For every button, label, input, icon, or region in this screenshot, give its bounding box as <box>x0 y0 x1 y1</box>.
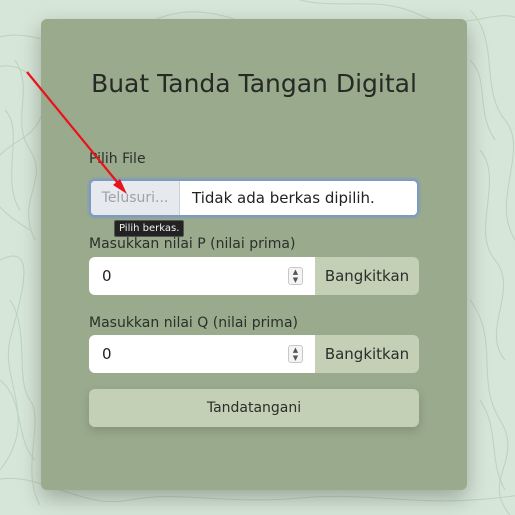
p-input-group: 0 ▲ ▼ Bangkitkan <box>89 257 419 295</box>
file-status-text: Tidak ada berkas dipilih. <box>192 189 375 207</box>
file-input[interactable]: Telusuri... Tidak ada berkas dipilih. <box>89 179 419 217</box>
browse-button[interactable]: Telusuri... <box>91 181 180 215</box>
signature-card: Buat Tanda Tangan Digital Pilih File Tel… <box>41 19 467 490</box>
page-title: Buat Tanda Tangan Digital <box>91 69 417 98</box>
q-value: 0 <box>102 345 112 363</box>
browse-tooltip: Pilih berkas. <box>114 220 185 237</box>
p-label: Masukkan nilai P (nilai prima) <box>89 236 296 252</box>
p-input[interactable]: 0 ▲ ▼ <box>89 257 315 295</box>
number-spinner-icon[interactable]: ▲ ▼ <box>288 345 303 363</box>
q-input[interactable]: 0 ▲ ▼ <box>89 335 315 373</box>
number-spinner-icon[interactable]: ▲ ▼ <box>288 267 303 285</box>
sign-button[interactable]: Tandatangani <box>89 389 419 427</box>
p-value: 0 <box>102 267 112 285</box>
file-label: Pilih File <box>89 151 146 167</box>
q-label: Masukkan nilai Q (nilai prima) <box>89 315 298 331</box>
generate-p-button[interactable]: Bangkitkan <box>315 257 419 295</box>
q-input-group: 0 ▲ ▼ Bangkitkan <box>89 335 419 373</box>
generate-q-button[interactable]: Bangkitkan <box>315 335 419 373</box>
